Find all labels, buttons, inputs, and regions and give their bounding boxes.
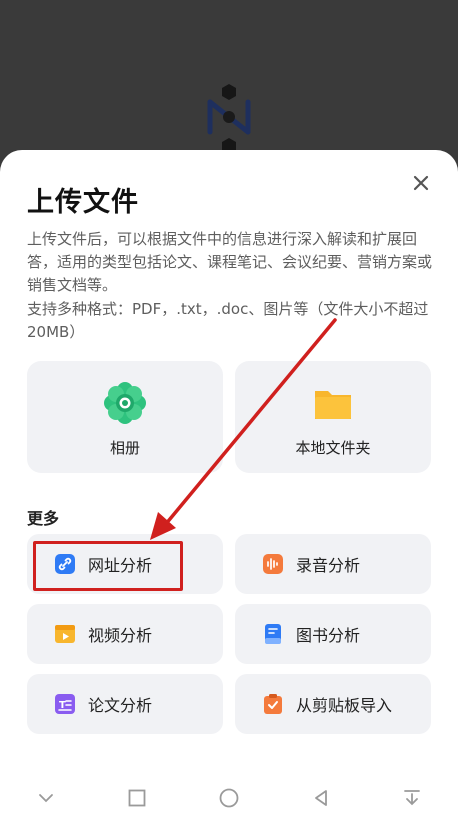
app-logo-icon [207, 84, 251, 150]
nav-hide-button[interactable] [34, 786, 58, 810]
system-nav-bar [0, 775, 458, 820]
close-icon [413, 175, 429, 191]
video-analysis-label: 视频分析 [88, 626, 153, 645]
more-section-title: 更多 [27, 509, 60, 528]
folder-icon [315, 391, 351, 419]
nav-back-button[interactable] [309, 786, 333, 810]
album-card[interactable]: 相册 [27, 361, 223, 473]
video-icon [55, 625, 75, 643]
album-label: 相册 [109, 439, 140, 457]
close-button[interactable] [410, 172, 432, 194]
circle-icon [219, 788, 239, 807]
nav-recents-button[interactable] [125, 786, 149, 810]
sheet-description: 上传文件后，可以根据文件中的信息进行深入解读和扩展回答，适用的类型包括论文、课程… [27, 230, 433, 294]
square-icon [128, 789, 146, 806]
audio-analysis-button[interactable]: 录音分析 [235, 534, 431, 594]
clipboard-icon [264, 694, 282, 714]
local-folder-label: 本地文件夹 [295, 439, 371, 457]
audio-analysis-label: 录音分析 [296, 556, 361, 575]
supported-formats: 支持多种格式：PDF，.txt，.doc、图片等（文件大小不超过20MB） [27, 300, 429, 341]
book-analysis-label: 图书分析 [296, 626, 361, 645]
nav-notification-button[interactable] [400, 786, 424, 810]
chevron-down-icon [38, 793, 53, 802]
paper-analysis-label: 论文分析 [88, 696, 153, 715]
album-flower-icon [104, 382, 146, 424]
clipboard-import-label: 从剪贴板导入 [296, 696, 393, 715]
paper-icon: T [55, 694, 75, 714]
triangle-back-icon [314, 789, 327, 806]
pull-down-icon [404, 789, 421, 805]
video-analysis-button[interactable]: 视频分析 [27, 604, 223, 664]
upload-sheet: 上传文件 上传文件后，可以根据文件中的信息进行深入解读和扩展回答，适用的类型包括… [0, 150, 458, 820]
local-folder-card[interactable]: 本地文件夹 [235, 361, 431, 473]
sheet-title: 上传文件 [27, 187, 139, 218]
clipboard-import-button[interactable]: 从剪贴板导入 [235, 674, 431, 734]
audio-icon [263, 554, 283, 574]
book-analysis-button[interactable]: 图书分析 [235, 604, 431, 664]
nav-home-button[interactable] [217, 786, 241, 810]
paper-analysis-button[interactable]: T 论文分析 [27, 674, 223, 734]
book-icon [265, 624, 281, 644]
highlight-box [33, 541, 183, 591]
